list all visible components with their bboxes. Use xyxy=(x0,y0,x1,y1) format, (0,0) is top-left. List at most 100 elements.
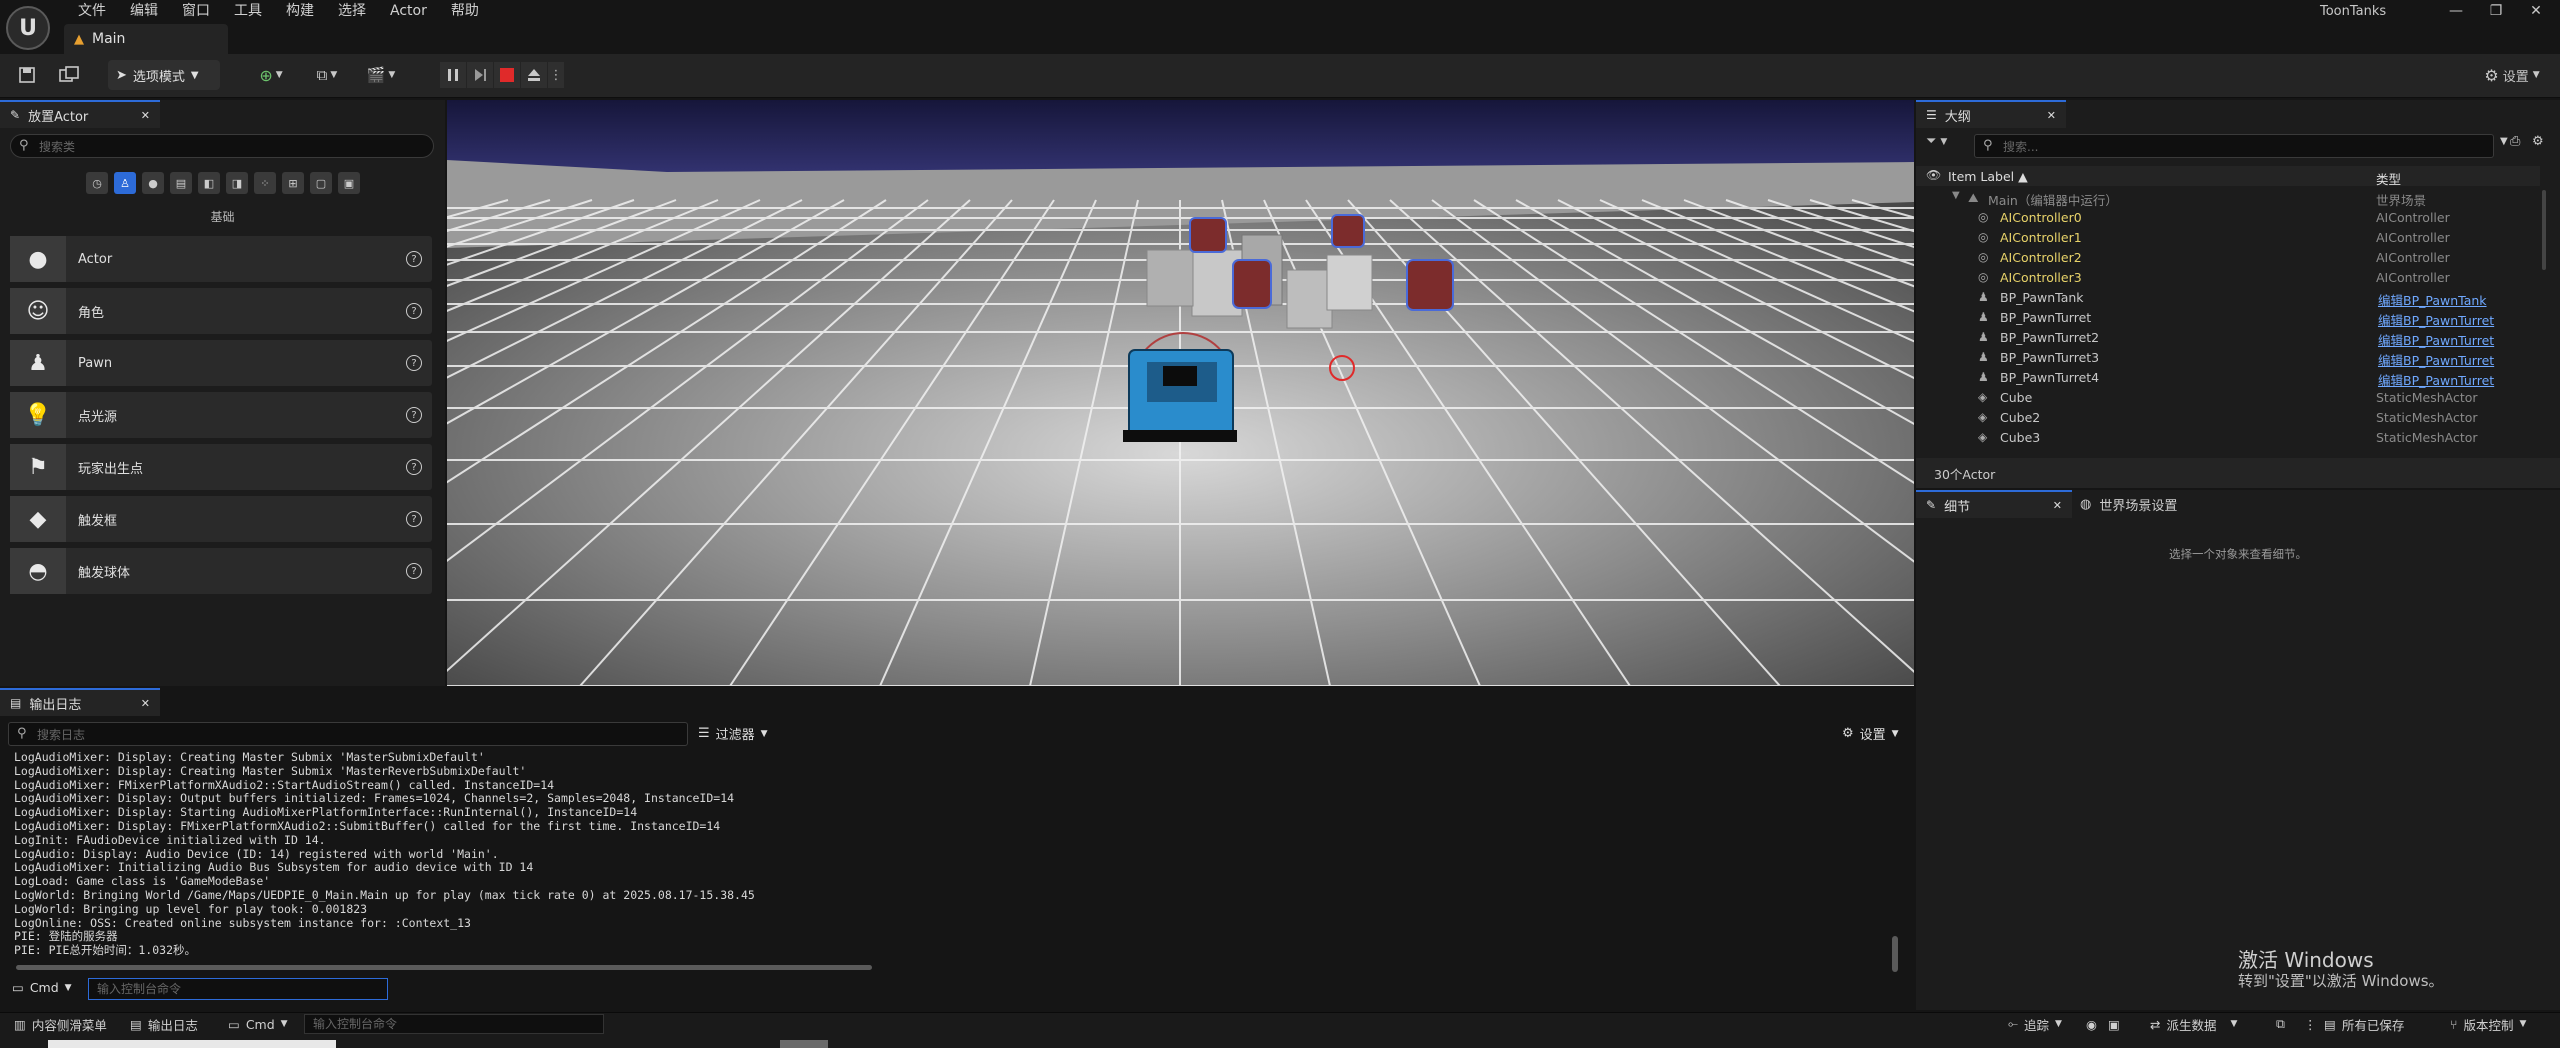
unsaved-icon[interactable]: ⧉ xyxy=(2276,1012,2285,1036)
outliner-row[interactable]: ◈ Cube StaticMeshActor xyxy=(1916,390,2540,410)
statusbar-cmd-select[interactable]: ▭ Cmd ▼ xyxy=(228,1012,288,1036)
help-icon[interactable]: ? xyxy=(406,303,422,319)
log-horizontal-scrollbar[interactable] xyxy=(16,965,872,970)
outliner-root-row[interactable]: ▼ ⛰ Main（编辑器中运行） 世界场景 xyxy=(1916,190,2540,210)
menu-item[interactable]: 工具 xyxy=(222,0,274,22)
close-icon[interactable]: ✕ xyxy=(141,109,150,122)
cinematics-button[interactable]: 🎬 ▼ xyxy=(360,60,402,90)
geometry-icon[interactable]: ◨ xyxy=(226,172,248,194)
browse-icon[interactable] xyxy=(56,60,82,90)
actor-list-item[interactable]: ◓ 触发球体? xyxy=(10,548,432,594)
all-classes-icon[interactable]: ▣ xyxy=(338,172,360,194)
level-viewport[interactable] xyxy=(447,100,1914,686)
minimize-button[interactable]: — xyxy=(2436,0,2476,22)
col-item-label[interactable]: Item Label ▲ xyxy=(1948,169,2028,184)
frame-skip-button[interactable] xyxy=(467,62,493,88)
save-icon[interactable] xyxy=(14,60,40,90)
outliner-row[interactable]: ◎ AIController2 AIController xyxy=(1916,250,2540,270)
outliner-row[interactable]: ◎ AIController3 AIController xyxy=(1916,270,2540,290)
tab-output-log[interactable]: ▤ 输出日志 ✕ xyxy=(0,688,160,716)
outliner-row[interactable]: ♟ BP_PawnTank 编辑BP_PawnTank xyxy=(1916,290,2540,310)
cmd-select[interactable]: ▭ Cmd ▼ xyxy=(12,980,72,995)
console-command-input[interactable]: 输入控制台命令 xyxy=(88,978,388,1000)
recent-icon[interactable]: ◷ xyxy=(86,172,108,194)
mode-select-button[interactable]: ➤ 选项模式 ▼ xyxy=(108,60,220,90)
menu-item[interactable]: 帮助 xyxy=(439,0,491,22)
expand-icon[interactable]: ▼ xyxy=(1952,190,1960,201)
outliner-row[interactable]: ♟ BP_PawnTurret2 编辑BP_PawnTurret xyxy=(1916,330,2540,350)
play-options-icon[interactable]: ⋮ xyxy=(548,62,564,88)
close-icon[interactable]: ✕ xyxy=(2053,499,2062,512)
outliner-row[interactable]: ♟ BP_PawnTurret4 编辑BP_PawnTurret xyxy=(1916,370,2540,390)
actor-list-item[interactable]: 💡 点光源? xyxy=(10,392,432,438)
log-settings-button[interactable]: ⚙ 设置 ▼ xyxy=(1842,724,1899,743)
help-icon[interactable]: ? xyxy=(406,407,422,423)
maximize-button[interactable]: ❐ xyxy=(2476,0,2516,22)
outliner-scrollbar[interactable] xyxy=(2542,190,2546,270)
content-drawer-button[interactable]: ▥ 内容侧滑菜单 xyxy=(14,1012,107,1036)
shapes-icon[interactable]: ▢ xyxy=(310,172,332,194)
close-icon[interactable]: ✕ xyxy=(2047,109,2056,122)
visual-effects-icon[interactable]: ◧ xyxy=(198,172,220,194)
actor-list-item[interactable]: ♟ Pawn? xyxy=(10,340,432,386)
menu-item[interactable]: 文件 xyxy=(66,0,118,22)
gear-icon[interactable]: ⚙ xyxy=(2532,134,2544,149)
taskbar-scroll-handle[interactable] xyxy=(780,1040,828,1048)
actor-list-item[interactable]: ⚑ 玩家出生点? xyxy=(10,444,432,490)
actor-search-input[interactable]: ⚲ 搜索类 xyxy=(10,134,434,158)
outliner-search-input[interactable]: ⚲ 搜索... xyxy=(1974,134,2494,158)
basic-icon[interactable]: ♙ xyxy=(114,172,136,194)
derived-data-button[interactable]: ⇄ 派生数据 ▼ xyxy=(2150,1012,2237,1036)
close-window-button[interactable]: ✕ xyxy=(2516,0,2556,22)
settings-button[interactable]: ⚙ 设置 ▼ xyxy=(2474,60,2550,90)
menu-item[interactable]: Actor xyxy=(378,0,439,22)
outliner-row[interactable]: ◈ Cube3 StaticMeshActor xyxy=(1916,430,2540,450)
help-icon[interactable]: ? xyxy=(406,511,422,527)
blueprint-button[interactable]: ⧉ ▼ xyxy=(306,60,348,90)
menu-item[interactable]: 编辑 xyxy=(118,0,170,22)
source-control-button[interactable]: ⑂ 版本控制 ▼ xyxy=(2450,1012,2526,1036)
all-saved-button[interactable]: ▤ 所有已保存 xyxy=(2324,1012,2404,1036)
outliner-row[interactable]: ♟ BP_PawnTurret3 编辑BP_PawnTurret xyxy=(1916,350,2540,370)
visibility-icon[interactable]: 👁 xyxy=(1926,168,1941,182)
close-icon[interactable]: ✕ xyxy=(141,697,150,710)
stop-button[interactable] xyxy=(494,62,520,88)
menu-item[interactable]: 选择 xyxy=(326,0,378,22)
more-icon[interactable]: ⋮ xyxy=(2304,1012,2317,1036)
outliner-item-type[interactable]: 编辑BP_PawnTurret xyxy=(2378,350,2494,369)
outliner-item-type[interactable]: 编辑BP_PawnTurret xyxy=(2378,310,2494,329)
tab-place-actors[interactable]: ✎ 放置Actor ✕ xyxy=(0,100,160,128)
actor-list-item[interactable]: ● Actor? xyxy=(10,236,432,282)
col-type[interactable]: 类型 xyxy=(2376,169,2401,188)
log-vertical-scrollbar[interactable] xyxy=(1892,936,1898,972)
classes-icon[interactable]: ⊞ xyxy=(282,172,304,194)
outliner-row[interactable]: ◎ AIController1 AIController xyxy=(1916,230,2540,250)
help-icon[interactable]: ? xyxy=(406,563,422,579)
volumes-icon[interactable]: ⁘ xyxy=(254,172,276,194)
record-icon[interactable]: ◉ xyxy=(2086,1012,2097,1036)
unreal-logo-icon[interactable]: U xyxy=(6,6,50,50)
outliner-item-type[interactable]: 编辑BP_PawnTurret xyxy=(2378,330,2494,349)
tab-outliner[interactable]: ☰ 大纲 ✕ xyxy=(1916,100,2066,128)
actor-list-item[interactable]: ☺ 角色? xyxy=(10,288,432,334)
cinematic-icon[interactable]: ▤ xyxy=(170,172,192,194)
search-dropdown-icon[interactable]: ▼ xyxy=(2500,136,2508,147)
light-icon[interactable]: ● xyxy=(142,172,164,194)
menu-item[interactable]: 窗口 xyxy=(170,0,222,22)
save-selection-icon[interactable]: ⎙ xyxy=(2510,134,2520,149)
tab-world-settings[interactable]: ◍ 世界场景设置 xyxy=(2080,490,2177,518)
log-filter-button[interactable]: ☰ 过滤器 ▼ xyxy=(698,724,768,743)
screenshot-icon[interactable]: ▣ xyxy=(2108,1012,2120,1036)
help-icon[interactable]: ? xyxy=(406,251,422,267)
pause-button[interactable] xyxy=(440,62,466,88)
add-actor-button[interactable]: ⊕ ▼ xyxy=(250,60,292,90)
outliner-filter-button[interactable]: ⏷ ▼ xyxy=(1926,134,1947,149)
outliner-row[interactable]: ◈ Cube2 StaticMeshActor xyxy=(1916,410,2540,430)
help-icon[interactable]: ? xyxy=(406,459,422,475)
outliner-row[interactable]: ♟ BP_PawnTurret 编辑BP_PawnTurret xyxy=(1916,310,2540,330)
tab-details[interactable]: ✎ 细节 ✕ xyxy=(1916,490,2072,518)
level-tab[interactable]: ▲ Main xyxy=(64,24,228,54)
help-icon[interactable]: ? xyxy=(406,355,422,371)
menu-item[interactable]: 构建 xyxy=(274,0,326,22)
log-search-input[interactable]: ⚲ 搜索日志 xyxy=(8,722,688,746)
